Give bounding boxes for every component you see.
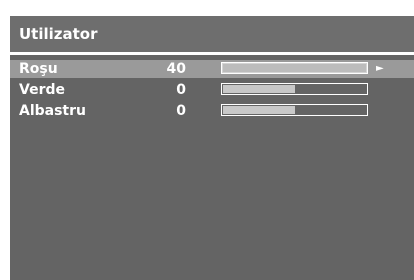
settings-panel: Utilizator Roşu 40 ► Verde 0 Albastru 0	[10, 16, 414, 280]
level-fill	[223, 85, 295, 93]
row-label: Verde	[19, 82, 65, 98]
header-divider	[10, 52, 414, 55]
page-title: Utilizator	[19, 25, 98, 43]
level-slider[interactable]	[221, 104, 368, 116]
row-label: Roşu	[19, 61, 58, 77]
level-fill	[223, 64, 366, 72]
level-slider[interactable]	[221, 62, 368, 74]
row-label: Albastru	[19, 103, 86, 119]
row-value: 0	[176, 103, 186, 119]
menu-row-albastru[interactable]: Albastru 0	[10, 102, 414, 120]
row-value: 40	[166, 61, 186, 77]
right-arrow-icon: ►	[376, 63, 384, 74]
menu-row-verde[interactable]: Verde 0	[10, 81, 414, 99]
level-slider[interactable]	[221, 83, 368, 95]
panel-header: Utilizator	[10, 16, 414, 52]
row-value: 0	[176, 82, 186, 98]
level-fill	[223, 106, 295, 114]
menu-row-rosu[interactable]: Roşu 40 ►	[10, 60, 414, 78]
